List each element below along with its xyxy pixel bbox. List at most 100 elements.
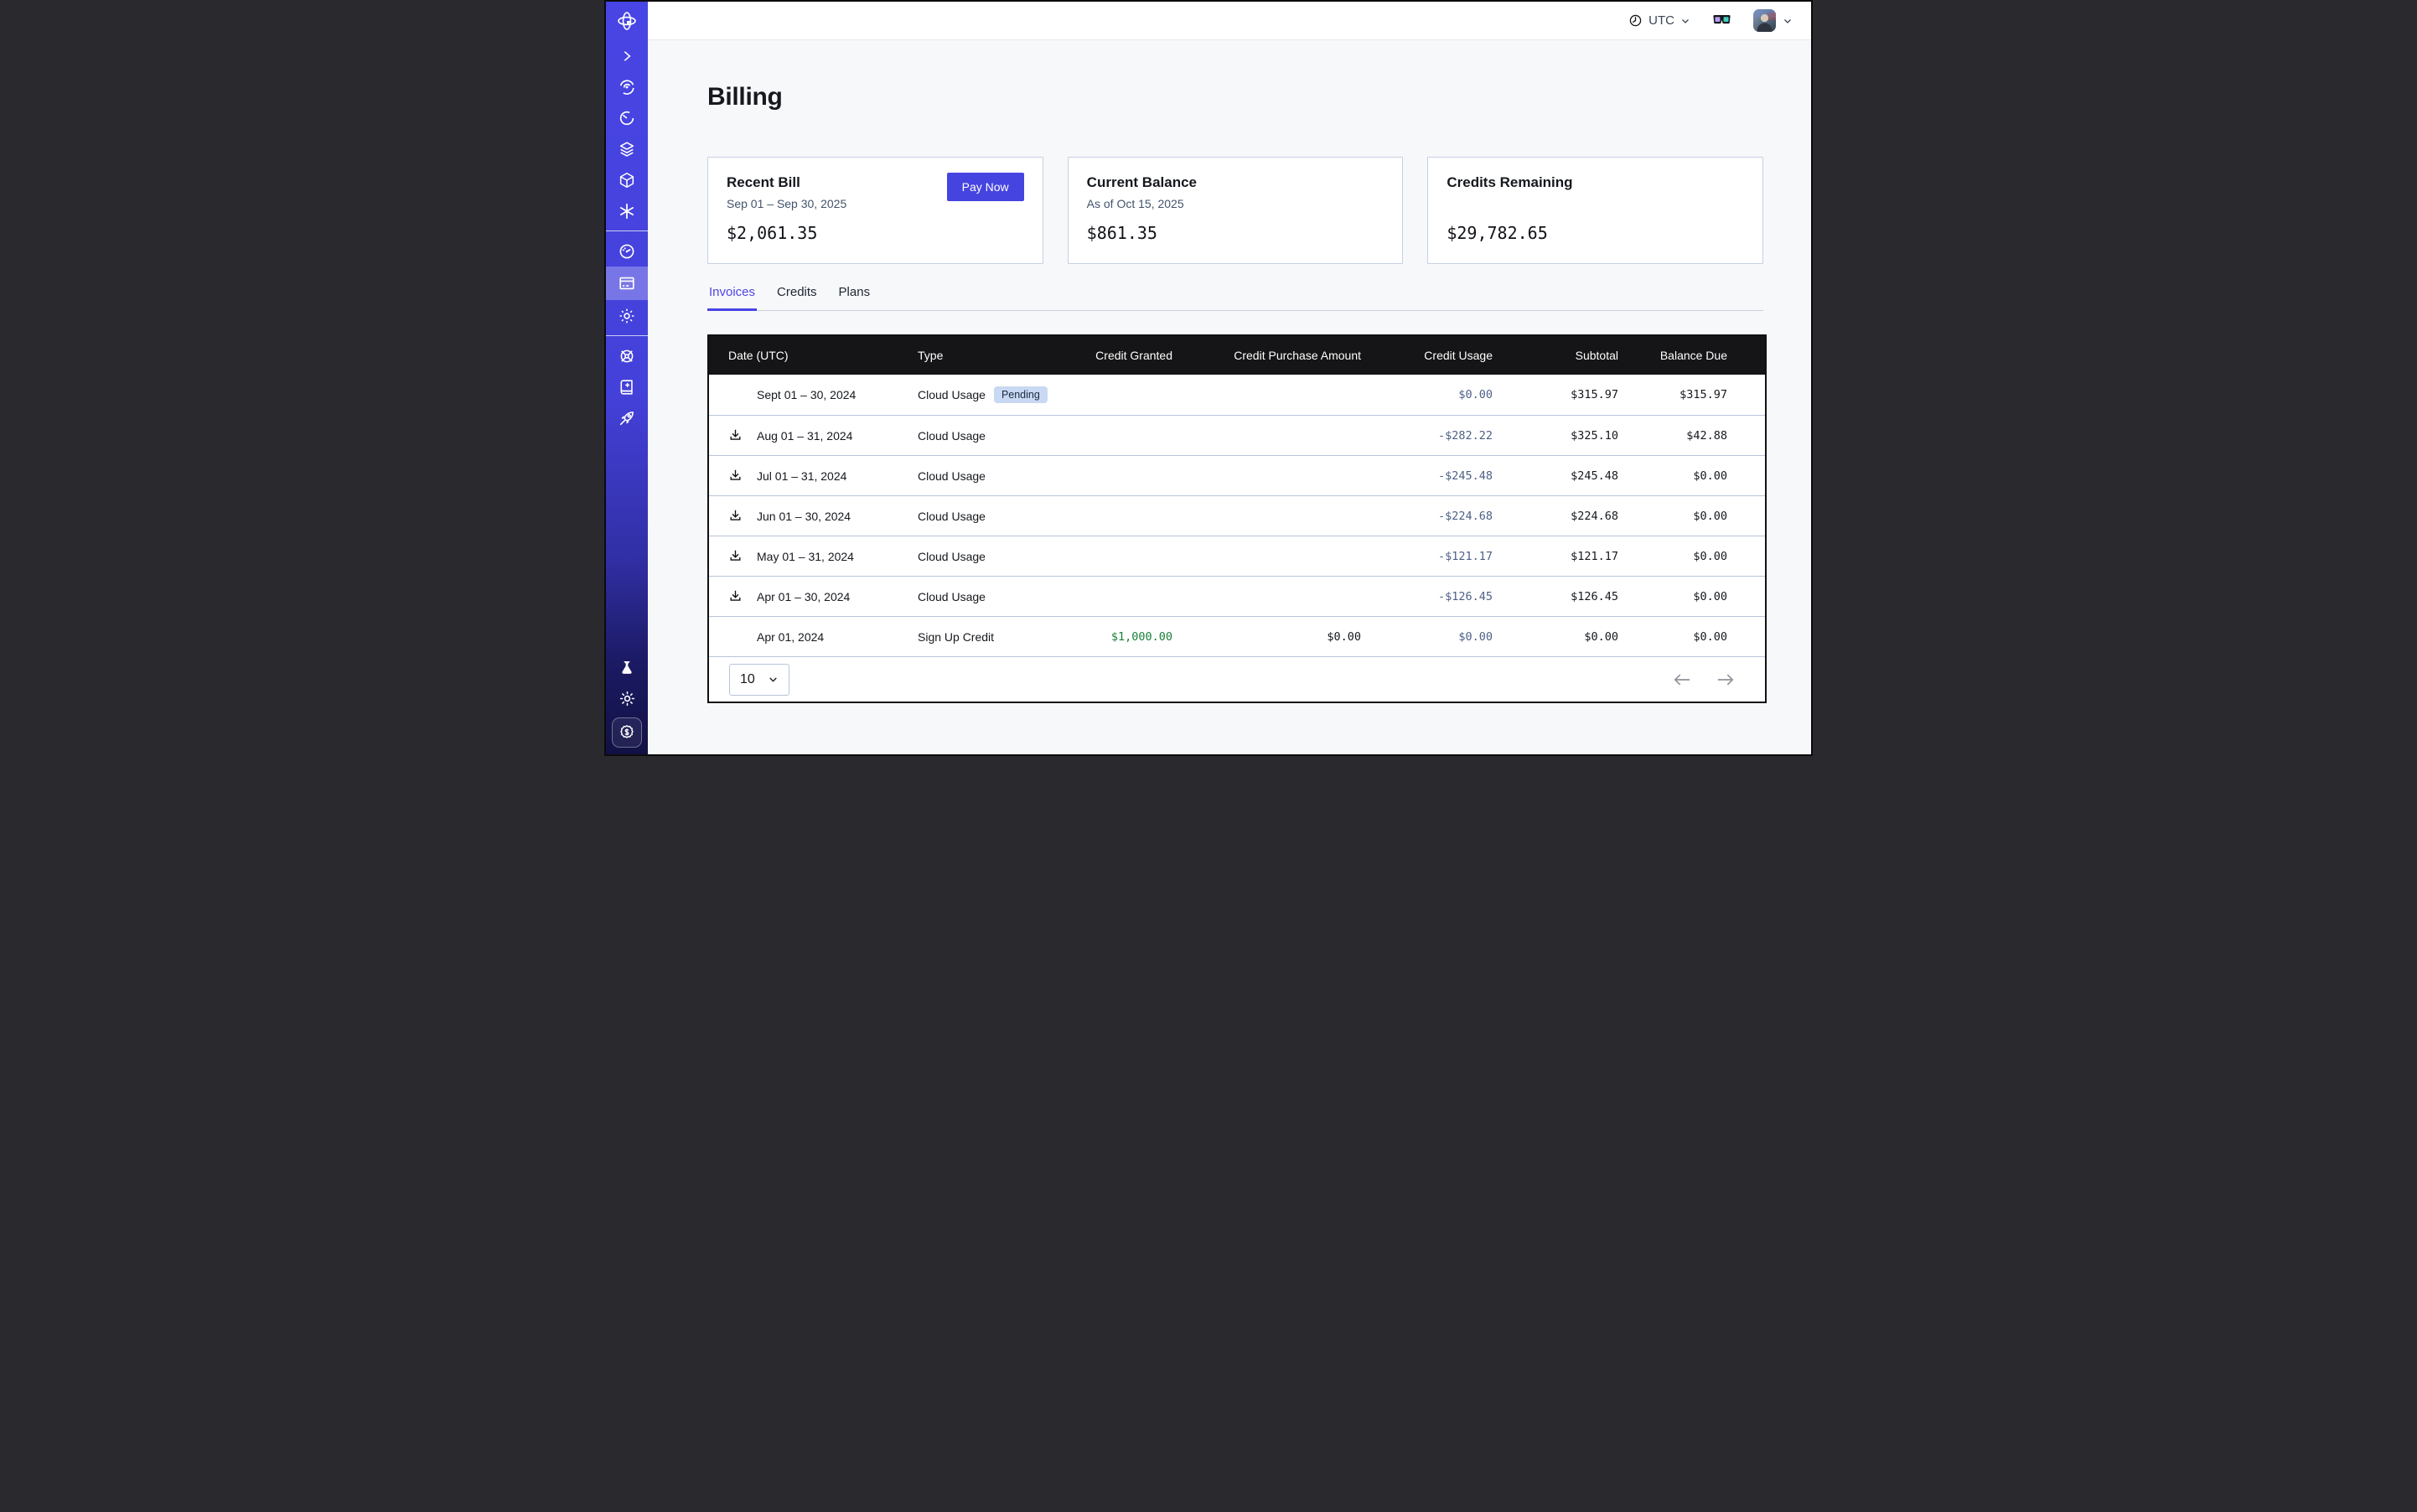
column-header: Date (UTC) xyxy=(709,349,918,362)
sidebar-item-admin[interactable] xyxy=(606,340,648,371)
billing-card-icon xyxy=(618,274,636,293)
download-invoice-button[interactable] xyxy=(728,509,743,523)
balance-due-value: $0.00 xyxy=(1618,630,1765,644)
balance-due-value: $0.00 xyxy=(1618,550,1765,563)
subtotal-value: $315.97 xyxy=(1493,388,1618,401)
account-menu[interactable] xyxy=(1753,9,1793,32)
arrow-left-icon xyxy=(1673,672,1691,687)
credit-usage-value: -$282.22 xyxy=(1361,429,1493,443)
invoice-date: Jun 01 – 30, 2024 xyxy=(757,510,851,523)
orbit-logo-icon[interactable] xyxy=(606,2,648,40)
invoice-row: May 01 – 31, 2024 Cloud Usage -$121.17 $… xyxy=(709,536,1765,576)
invoice-row: Apr 01, 2024 Sign Up Credit $1,000.00 $0… xyxy=(709,616,1765,656)
credit-purchase-value: $0.00 xyxy=(1172,630,1361,644)
download-invoice-button[interactable] xyxy=(728,549,743,563)
subtotal-value: $121.17 xyxy=(1493,550,1618,563)
balance-due-value: $0.00 xyxy=(1618,469,1765,483)
current-balance-amount: $861.35 xyxy=(1087,223,1384,243)
invoice-type: Cloud Usage xyxy=(918,429,986,443)
sidebar-item-asterisk[interactable] xyxy=(606,195,648,226)
sidebar-expand-button[interactable] xyxy=(606,40,648,71)
book-sparkle-icon xyxy=(618,378,636,396)
recent-bill-amount: $2,061.35 xyxy=(727,223,1024,243)
subtotal-value: $325.10 xyxy=(1493,429,1618,443)
sidebar-item-launch[interactable] xyxy=(606,402,648,433)
timezone-selector[interactable]: UTC xyxy=(1628,13,1690,28)
sidebar-spacer xyxy=(606,433,648,652)
sidebar xyxy=(606,2,648,754)
app-window: UTC xyxy=(604,0,1813,756)
prev-page-button[interactable] xyxy=(1673,672,1691,687)
sun-icon xyxy=(618,690,636,707)
invoice-row: Jul 01 – 31, 2024 Cloud Usage -$245.48 $… xyxy=(709,455,1765,495)
credit-usage-value: $0.00 xyxy=(1361,630,1493,644)
column-header: Credit Purchase Amount xyxy=(1172,349,1361,362)
balance-due-value: $42.88 xyxy=(1618,429,1765,443)
sidebar-item-labs[interactable] xyxy=(606,652,648,683)
tab-invoices[interactable]: Invoices xyxy=(707,285,757,311)
subtotal-value: $0.00 xyxy=(1493,630,1618,644)
cube-icon xyxy=(618,171,636,189)
invoice-table-body: Sept 01 – 30, 2024 Cloud Usage Pending $… xyxy=(709,375,1765,656)
pay-now-button[interactable]: Pay Now xyxy=(947,173,1024,201)
sidebar-divider xyxy=(606,230,648,231)
theater-mode-button[interactable] xyxy=(1712,13,1731,28)
download-invoice-button[interactable] xyxy=(728,428,743,443)
download-invoice-button[interactable] xyxy=(728,469,743,483)
column-header: Balance Due xyxy=(1618,349,1765,362)
invoice-type: Cloud Usage xyxy=(918,590,986,603)
rocket-icon xyxy=(618,409,636,427)
download-icon xyxy=(728,469,743,483)
page-size-select[interactable]: 10 xyxy=(729,664,789,696)
gear-icon xyxy=(618,307,636,325)
column-header: Type xyxy=(918,349,1081,362)
chevron-down-icon xyxy=(768,674,779,685)
sidebar-item-billing[interactable] xyxy=(606,267,648,300)
billing-page: Billing Recent Bill Sep 01 – Sep 30, 202… xyxy=(648,40,1811,754)
credit-usage-value: $0.00 xyxy=(1361,388,1493,401)
summary-cards: Recent Bill Sep 01 – Sep 30, 2025 $2,061… xyxy=(707,157,1763,264)
sidebar-item-usage-dashboard[interactable] xyxy=(606,236,648,267)
sidebar-item-theme[interactable] xyxy=(606,683,648,714)
balance-due-value: $0.00 xyxy=(1618,590,1765,603)
spiral-icon xyxy=(618,78,636,96)
sidebar-item-layers[interactable] xyxy=(606,133,648,164)
invoice-type: Cloud Usage xyxy=(918,510,986,523)
current-balance-card: Current Balance As of Oct 15, 2025 $861.… xyxy=(1068,157,1404,264)
topbar: UTC xyxy=(648,2,1811,40)
tab-plans[interactable]: Plans xyxy=(837,285,872,311)
main-area: UTC xyxy=(648,2,1811,754)
next-page-button[interactable] xyxy=(1716,672,1735,687)
status-badge: Pending xyxy=(994,386,1048,403)
recent-bill-card: Recent Bill Sep 01 – Sep 30, 2025 $2,061… xyxy=(707,157,1043,264)
tab-credits[interactable]: Credits xyxy=(775,285,819,311)
column-header: Credit Usage xyxy=(1361,349,1493,362)
invoice-row: Aug 01 – 31, 2024 Cloud Usage -$282.22 $… xyxy=(709,415,1765,455)
sidebar-item-timer[interactable] xyxy=(606,102,648,133)
balance-due-value: $0.00 xyxy=(1618,510,1765,523)
sidebar-item-cube[interactable] xyxy=(606,164,648,195)
card-title: Current Balance xyxy=(1087,174,1384,191)
credit-granted-value: $1,000.00 xyxy=(1081,630,1172,644)
invoice-row: Apr 01 – 30, 2024 Cloud Usage -$126.45 $… xyxy=(709,576,1765,616)
billing-tabs: Invoices Credits Plans xyxy=(707,285,1763,311)
invoice-date: Apr 01, 2024 xyxy=(757,630,824,644)
sidebar-item-settings[interactable] xyxy=(606,300,648,331)
download-invoice-button[interactable] xyxy=(728,589,743,603)
download-icon xyxy=(728,428,743,443)
dollar-badge-icon xyxy=(618,723,636,742)
invoice-type: Cloud Usage xyxy=(918,388,986,401)
download-icon xyxy=(728,549,743,563)
invoices-table: Date (UTC)TypeCredit GrantedCredit Purch… xyxy=(707,334,1767,703)
credits-referral-button[interactable] xyxy=(612,717,642,748)
card-subtitle: As of Oct 15, 2025 xyxy=(1087,197,1384,211)
sidebar-item-spiral[interactable] xyxy=(606,71,648,102)
subtotal-value: $224.68 xyxy=(1493,510,1618,523)
3d-glasses-icon xyxy=(1712,13,1731,28)
page-title: Billing xyxy=(707,82,1763,112)
chevron-right-icon xyxy=(620,49,634,63)
credit-usage-value: -$121.17 xyxy=(1361,550,1493,563)
card-title: Credits Remaining xyxy=(1447,174,1744,191)
sidebar-item-docs[interactable] xyxy=(606,371,648,402)
timer-icon xyxy=(618,109,636,127)
